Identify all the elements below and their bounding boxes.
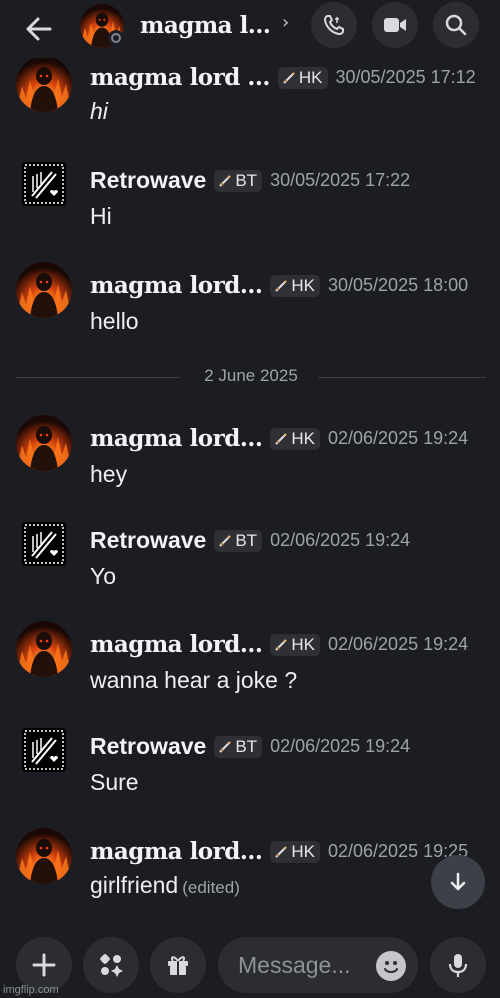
- guild-tag-label: HK: [291, 841, 315, 861]
- timestamp: 02/06/2025 19:24: [270, 530, 411, 550]
- sword-icon: [274, 279, 288, 293]
- message-input[interactable]: [236, 949, 370, 981]
- date-divider-label: 2 June 2025: [194, 366, 308, 385]
- date-divider: 2 June 2025: [16, 366, 486, 385]
- video-camera-icon: [384, 18, 406, 32]
- author-name[interactable]: magma lord...: [90, 631, 263, 658]
- composer-bar: imgflip.com: [0, 930, 500, 998]
- guild-tag-label: BT: [235, 530, 258, 550]
- guild-tag[interactable]: HK: [270, 274, 320, 297]
- sword-icon: [218, 174, 232, 188]
- chevron-right-icon[interactable]: ›: [282, 12, 289, 33]
- watermark: imgflip.com: [3, 984, 59, 996]
- emoji-icon[interactable]: [376, 951, 406, 981]
- sword-icon: [274, 432, 288, 446]
- avatar[interactable]: [16, 58, 72, 112]
- channel-header: magma l... ›: [0, 0, 500, 58]
- avatar[interactable]: [22, 728, 66, 772]
- guild-tag[interactable]: BT: [214, 735, 263, 758]
- guild-tag-label: BT: [235, 736, 258, 756]
- avatar[interactable]: [16, 415, 72, 471]
- sword-icon: [274, 638, 288, 652]
- message-content: hi: [90, 98, 108, 124]
- sword-icon: [218, 534, 232, 548]
- avatar[interactable]: [16, 621, 72, 677]
- author-name[interactable]: magma lord...: [90, 838, 263, 865]
- message-content: Hi: [90, 203, 112, 229]
- offline-status-icon: [108, 30, 124, 46]
- timestamp: 02/06/2025 19:24: [270, 736, 411, 756]
- timestamp: 30/05/2025 17:22: [270, 170, 411, 190]
- microphone-icon: [448, 954, 468, 977]
- guild-tag-label: HK: [298, 67, 323, 87]
- author-name[interactable]: Retrowave: [90, 527, 206, 554]
- message-content: hey: [90, 461, 128, 487]
- message-content: hello: [90, 308, 139, 334]
- guild-tag[interactable]: HK: [270, 427, 320, 450]
- guild-tag-label: HK: [291, 634, 315, 654]
- plus-icon: [32, 953, 56, 977]
- guild-tag[interactable]: HK: [277, 66, 328, 89]
- arrow-left-icon: [26, 17, 52, 41]
- sword-icon: [282, 71, 296, 85]
- channel-title[interactable]: magma l...: [140, 12, 271, 39]
- phone-icon: [323, 15, 344, 36]
- author-name[interactable]: Retrowave: [90, 733, 206, 760]
- guild-tag[interactable]: BT: [214, 529, 263, 552]
- message-text: girlfriend: [90, 872, 179, 898]
- timestamp: 30/05/2025 17:12: [335, 67, 476, 87]
- gift-icon: [168, 956, 188, 975]
- apps-icon: [100, 954, 123, 977]
- timestamp: 02/06/2025 19:24: [328, 428, 469, 448]
- avatar[interactable]: [16, 828, 72, 884]
- jump-to-present-button[interactable]: [431, 855, 485, 909]
- arrow-down-icon: [450, 872, 466, 891]
- guild-tag[interactable]: HK: [270, 840, 320, 863]
- avatar[interactable]: [22, 522, 66, 566]
- message-input-wrapper: [218, 937, 418, 993]
- apps-button[interactable]: [83, 937, 139, 993]
- video-call-button[interactable]: [372, 2, 418, 48]
- guild-tag-label: HK: [291, 428, 315, 448]
- author-name[interactable]: magma lord...: [90, 425, 263, 452]
- message-content: girlfriend (edited): [90, 872, 240, 899]
- timestamp: 02/06/2025 19:24: [328, 634, 469, 654]
- gift-button[interactable]: [150, 937, 206, 993]
- search-button[interactable]: [433, 2, 479, 48]
- author-name[interactable]: Retrowave: [90, 167, 206, 194]
- author-name[interactable]: magma lord...: [90, 272, 263, 299]
- voice-call-button[interactable]: [311, 2, 357, 48]
- message-list[interactable]: magma lord ... HK 30/05/2025 17:12 hi Re…: [0, 58, 500, 930]
- message-content: Sure: [90, 769, 139, 795]
- message-content: Yo: [90, 563, 117, 589]
- edited-label: (edited): [182, 878, 240, 897]
- avatar[interactable]: [22, 162, 66, 206]
- search-icon: [445, 14, 467, 36]
- message-content: wanna hear a joke ?: [90, 667, 298, 693]
- guild-tag[interactable]: HK: [270, 633, 320, 656]
- guild-tag-label: BT: [235, 170, 258, 190]
- sword-icon: [218, 740, 232, 754]
- guild-tag[interactable]: BT: [214, 169, 263, 192]
- author-name[interactable]: magma lord ...: [90, 64, 270, 91]
- sword-icon: [274, 845, 288, 859]
- avatar[interactable]: [16, 262, 72, 318]
- back-button[interactable]: [20, 10, 58, 48]
- guild-tag-label: HK: [291, 275, 315, 295]
- timestamp: 30/05/2025 18:00: [328, 275, 469, 295]
- voice-message-button[interactable]: [430, 937, 486, 993]
